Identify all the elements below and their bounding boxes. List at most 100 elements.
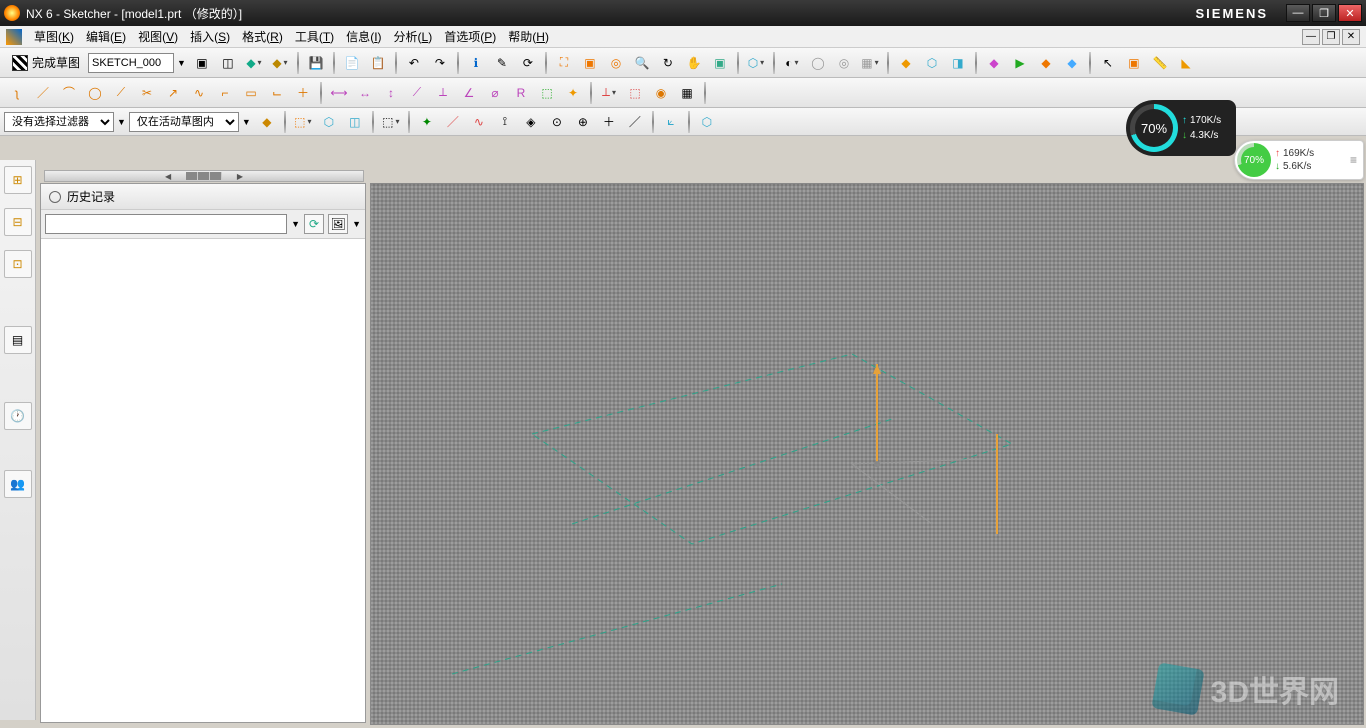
play-button[interactable]: ◆ xyxy=(982,51,1006,75)
rectangle-button[interactable]: ▭ xyxy=(239,81,263,105)
ang-dim-button[interactable]: ∠ xyxy=(457,81,481,105)
finish-sketch-button[interactable]: 完成草图 xyxy=(5,51,87,75)
menu-info[interactable]: 信息(I) xyxy=(340,26,387,47)
snap-ctr-button[interactable]: ⊙ xyxy=(545,110,569,134)
render-style-button[interactable]: ◐ xyxy=(780,51,804,75)
layer-button[interactable]: ◆ xyxy=(894,51,918,75)
constraint-navigator-button[interactable]: ⊡ xyxy=(4,250,32,278)
menu-analyze[interactable]: 分析(L) xyxy=(388,26,439,47)
fit-button[interactable]: ⛶ xyxy=(552,51,576,75)
edit-obj-button[interactable]: ✎ xyxy=(490,51,514,75)
splitter-handle[interactable]: ◀ ▶ xyxy=(44,170,364,182)
sel-all-button[interactable]: ◆ xyxy=(255,110,279,134)
sel-intent-button[interactable]: ⬚ xyxy=(291,110,315,134)
zoom-button[interactable]: ◎ xyxy=(604,51,628,75)
history-thumb-button[interactable]: 🖼 xyxy=(328,214,348,234)
arc-button[interactable]: ⌒ xyxy=(57,81,81,105)
menu-tools[interactable]: 工具(T) xyxy=(289,26,340,47)
menu-prefs[interactable]: 首选项(P) xyxy=(438,26,502,47)
wireframe-button[interactable]: ◯ xyxy=(806,51,830,75)
selection-scope-select[interactable]: 仅在活动草图内 xyxy=(129,112,239,132)
undo-button[interactable]: ↶ xyxy=(402,51,426,75)
stop-button[interactable]: ◆ xyxy=(1034,51,1058,75)
angle-button[interactable]: ◣ xyxy=(1174,51,1198,75)
history-path-input[interactable] xyxy=(45,214,287,234)
profile-button[interactable]: ʅ xyxy=(5,81,29,105)
display-button[interactable]: ◆ xyxy=(268,51,292,75)
geo-constraint-button[interactable]: ⟂ xyxy=(597,81,621,105)
zoom-dyn-button[interactable]: 🔍 xyxy=(630,51,654,75)
minimize-button[interactable]: — xyxy=(1286,4,1310,22)
derived-line-button[interactable]: ⟋ xyxy=(109,81,133,105)
measure-button[interactable]: 📏 xyxy=(1148,51,1172,75)
maximize-button[interactable]: ❐ xyxy=(1312,4,1336,22)
perp-dim-button[interactable]: ⟂ xyxy=(431,81,455,105)
spline-button[interactable]: ∿ xyxy=(187,81,211,105)
redo-button[interactable]: ↷ xyxy=(428,51,452,75)
line-button[interactable]: ／ xyxy=(31,81,55,105)
close-button[interactable]: ✕ xyxy=(1338,4,1362,22)
rad-dim-button[interactable]: R xyxy=(509,81,533,105)
constraint-button[interactable]: ▣ xyxy=(1122,51,1146,75)
show-constraint-button[interactable]: ◉ xyxy=(649,81,673,105)
sel-face-button[interactable]: ◫ xyxy=(343,110,367,134)
circle-button[interactable]: ◯ xyxy=(83,81,107,105)
pin-icon[interactable] xyxy=(49,191,61,203)
snap-end-button[interactable]: ⟟ xyxy=(493,110,517,134)
quick-trim-button[interactable]: ✂ xyxy=(135,81,159,105)
mdi-minimize-button[interactable]: — xyxy=(1302,29,1320,45)
save-button[interactable]: 💾 xyxy=(304,51,328,75)
copy-button[interactable]: 📄 xyxy=(340,51,364,75)
perim-dim-button[interactable]: ⬚ xyxy=(535,81,559,105)
menu-format[interactable]: 格式(R) xyxy=(236,26,289,47)
quick-extend-button[interactable]: ↗ xyxy=(161,81,185,105)
transform-button[interactable]: ⟳ xyxy=(516,51,540,75)
vert-dim-button[interactable]: ↕ xyxy=(379,81,403,105)
wcs-orient-button[interactable]: ⟀ xyxy=(659,110,683,134)
auto-constraint-button[interactable]: ⬚ xyxy=(623,81,647,105)
inf-dim-button[interactable]: ⟷ xyxy=(327,81,351,105)
network-overlay-dark[interactable]: 70% 170K/s 4.3K/s xyxy=(1126,100,1236,156)
rotate-button[interactable]: ↻ xyxy=(656,51,680,75)
mdi-close-button[interactable]: ✕ xyxy=(1342,29,1360,45)
network-overlay-light[interactable]: 70% 169K/s 5.6K/s ≡ xyxy=(1234,140,1364,180)
orient-sketch-button[interactable]: ▣ xyxy=(190,51,214,75)
snap-mid-button[interactable]: ◈ xyxy=(519,110,543,134)
select-button[interactable]: ↖ xyxy=(1096,51,1120,75)
history-button[interactable]: 🕐 xyxy=(4,402,32,430)
menu-help[interactable]: 帮助(H) xyxy=(502,26,555,47)
step-button[interactable]: ◆ xyxy=(1060,51,1084,75)
corner-button[interactable]: ⌙ xyxy=(265,81,289,105)
mdi-restore-button[interactable]: ❐ xyxy=(1322,29,1340,45)
clip-button[interactable]: ◨ xyxy=(946,51,970,75)
sel-rect-button[interactable]: ⬚ xyxy=(379,110,403,134)
history-refresh-button[interactable]: ⟳ xyxy=(304,214,324,234)
selection-filter-select[interactable]: 没有选择过滤器 xyxy=(4,112,114,132)
menu-sketch[interactable]: 草图(K) xyxy=(28,26,80,47)
resource-bar-button[interactable]: ▤ xyxy=(4,326,32,354)
wcs-button[interactable]: ⬡ xyxy=(920,51,944,75)
update-button[interactable]: ◆ xyxy=(242,51,266,75)
par-dim-button[interactable]: ⟋ xyxy=(405,81,429,105)
sketch-name-dropdown[interactable]: ▼ xyxy=(177,58,186,68)
object-info-button[interactable]: ℹ xyxy=(464,51,488,75)
snap-near-button[interactable]: ／ xyxy=(623,110,647,134)
sketch-name-input[interactable] xyxy=(88,53,174,73)
point-button[interactable]: ＋ xyxy=(291,81,315,105)
reattach-button[interactable]: ◫ xyxy=(216,51,240,75)
horiz-dim-button[interactable]: ↔ xyxy=(353,81,377,105)
menu-insert[interactable]: 插入(S) xyxy=(184,26,236,47)
assembly-navigator-button[interactable]: ⊟ xyxy=(4,208,32,236)
history-list[interactable] xyxy=(41,239,365,722)
graphics-viewport[interactable]: 3D世界网 xyxy=(370,183,1364,725)
zoom-area-button[interactable]: ▣ xyxy=(578,51,602,75)
record-button[interactable]: ▶ xyxy=(1008,51,1032,75)
iso-view-button[interactable]: ⬡ xyxy=(744,51,768,75)
snap-curve-button[interactable]: ∿ xyxy=(467,110,491,134)
fillet-button[interactable]: ⌐ xyxy=(213,81,237,105)
view-cube-button[interactable]: ▣ xyxy=(708,51,732,75)
pan-button[interactable]: ✋ xyxy=(682,51,706,75)
dia-dim-button[interactable]: ⌀ xyxy=(483,81,507,105)
snap-line-button[interactable]: ／ xyxy=(441,110,465,134)
convert-ref-button[interactable]: ▦ xyxy=(675,81,699,105)
